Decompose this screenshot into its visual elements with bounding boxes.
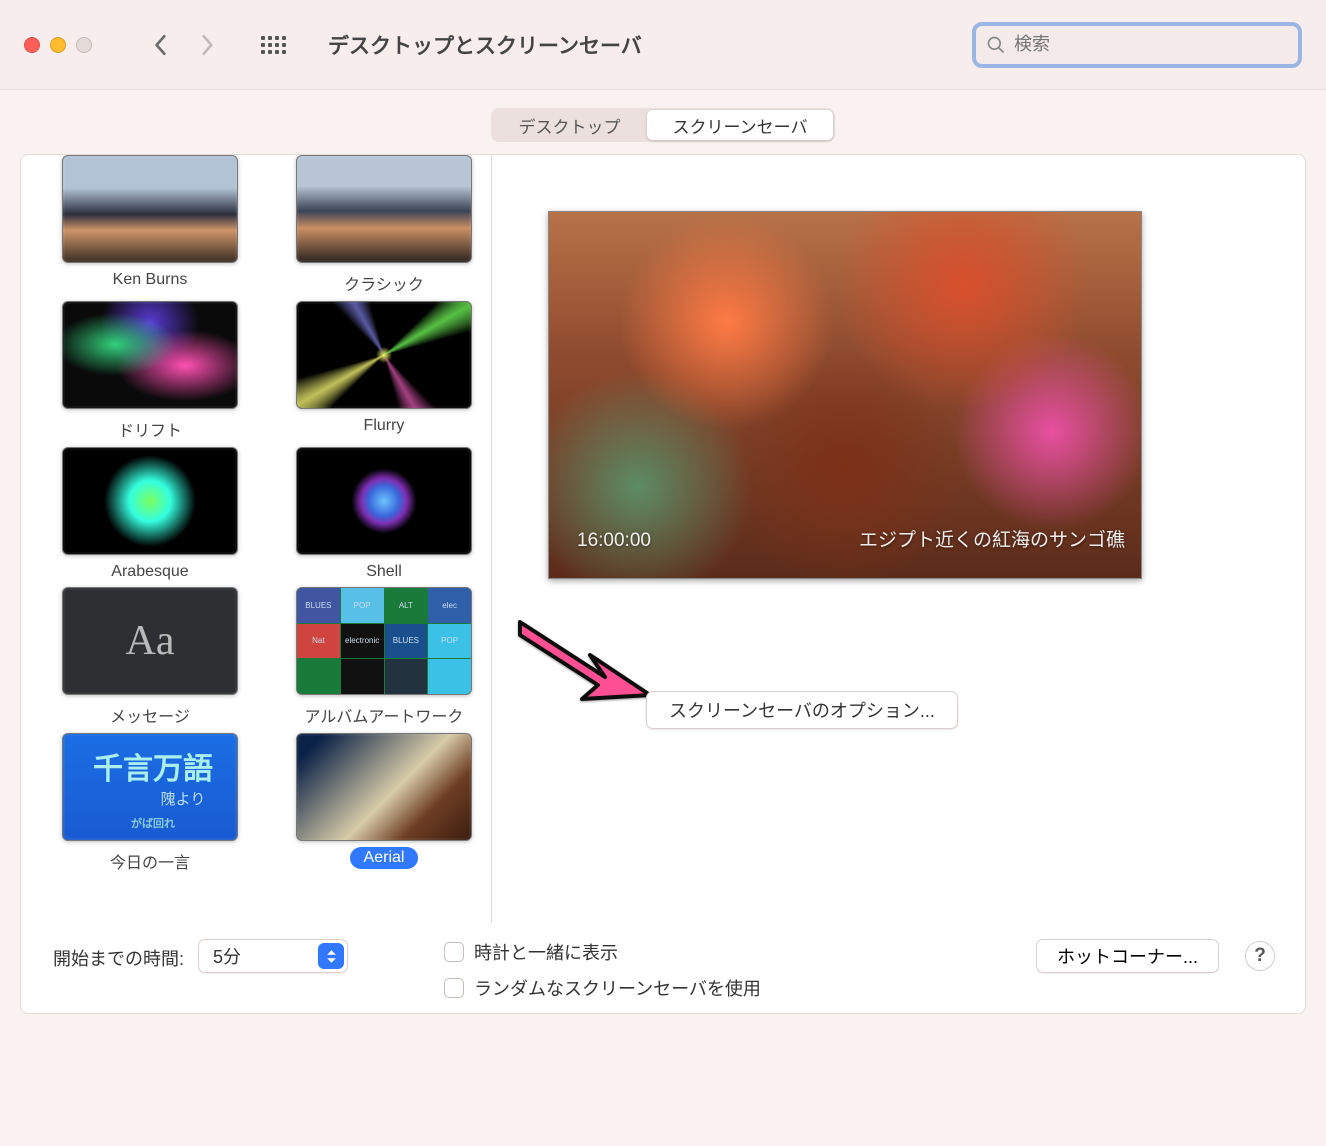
- hot-corners-button[interactable]: ホットコーナー...: [1036, 939, 1219, 973]
- screensaver-label: クラシック: [330, 269, 438, 297]
- screensaver-item-message[interactable]: Aa メッセージ: [53, 587, 247, 729]
- screensaver-item-ken-burns[interactable]: Ken Burns: [53, 155, 247, 297]
- checkbox-icon: [444, 978, 464, 998]
- toolbar: デスクトップとスクリーンセーバ: [0, 0, 1326, 90]
- forward-button[interactable]: [190, 28, 224, 62]
- updown-icon: [318, 943, 344, 969]
- random-screensaver-checkbox[interactable]: ランダムなスクリーンセーバを使用: [444, 975, 761, 1001]
- window-title: デスクトップとスクリーンセーバ: [328, 30, 642, 60]
- screensaver-label: Shell: [352, 561, 416, 583]
- show-clock-label: 時計と一緒に表示: [474, 939, 618, 965]
- thumbnail: [296, 447, 472, 555]
- start-after-label: 開始までの時間:: [53, 939, 184, 971]
- screensaver-label: Flurry: [350, 415, 419, 437]
- tab-screensaver[interactable]: スクリーンセーバ: [647, 110, 834, 140]
- screensaver-item-classic[interactable]: クラシック: [287, 155, 481, 297]
- content-panel: Ken Burns クラシック ドリフト Flurry Arabesque: [20, 154, 1306, 1014]
- screensaver-item-album-artwork[interactable]: BLUESPOPALTelec NatelectronicBLUESPOP アル…: [287, 587, 481, 729]
- tab-desktop[interactable]: デスクトップ: [493, 110, 647, 140]
- screensaver-item-word-of-day[interactable]: 千言万語 隗より がば回れ 今日の一言: [53, 733, 247, 875]
- search-field[interactable]: [972, 22, 1302, 68]
- screensaver-label: Ken Burns: [99, 269, 202, 291]
- screensaver-item-flurry[interactable]: Flurry: [287, 301, 481, 443]
- preview-clock: 16:00:00: [577, 530, 651, 552]
- screensaver-label: Arabesque: [97, 561, 202, 583]
- zoom-window-button[interactable]: [76, 37, 92, 53]
- close-window-button[interactable]: [24, 37, 40, 53]
- thumbnail: 千言万語 隗より がば回れ: [62, 733, 238, 841]
- screensaver-item-drift[interactable]: ドリフト: [53, 301, 247, 443]
- back-button[interactable]: [144, 28, 178, 62]
- preview-panel: 16:00:00 エジプト近くの紅海のサンゴ礁 スクリーンセーバのオプション..…: [481, 155, 1287, 923]
- thumbnail: [296, 301, 472, 409]
- thumbnail: [62, 447, 238, 555]
- thumbnail: Aa: [62, 587, 238, 695]
- show-all-button[interactable]: [256, 28, 290, 62]
- start-after-combo[interactable]: 5分: [198, 939, 348, 973]
- thumbnail: [296, 733, 472, 841]
- screensaver-item-arabesque[interactable]: Arabesque: [53, 447, 247, 583]
- grid-icon: [261, 36, 286, 54]
- screensaver-list[interactable]: Ken Burns クラシック ドリフト Flurry Arabesque: [21, 155, 481, 923]
- tab-bar: デスクトップ スクリーンセーバ: [0, 90, 1326, 154]
- screensaver-preview[interactable]: 16:00:00 エジプト近くの紅海のサンゴ礁: [548, 211, 1142, 579]
- search-input[interactable]: [1014, 34, 1288, 55]
- show-clock-checkbox[interactable]: 時計と一緒に表示: [444, 939, 761, 965]
- screensaver-item-shell[interactable]: Shell: [287, 447, 481, 583]
- random-screensaver-label: ランダムなスクリーンセーバを使用: [474, 975, 761, 1001]
- screensaver-label: ドリフト: [104, 415, 196, 443]
- search-icon: [986, 35, 1006, 55]
- thumbnail: [62, 301, 238, 409]
- screensaver-label: メッセージ: [96, 701, 204, 729]
- start-after-value: 5分: [213, 943, 241, 969]
- screensaver-label: アルバムアートワーク: [291, 701, 478, 729]
- thumbnail: [62, 155, 238, 263]
- screensaver-label: Aerial: [350, 847, 419, 869]
- thumbnail: BLUESPOPALTelec NatelectronicBLUESPOP: [296, 587, 472, 695]
- preview-caption: エジプト近くの紅海のサンゴ礁: [859, 525, 1125, 552]
- screensaver-options-button[interactable]: スクリーンセーバのオプション...: [646, 691, 958, 729]
- thumbnail: [296, 155, 472, 263]
- screensaver-item-aerial[interactable]: Aerial: [287, 733, 481, 875]
- screensaver-label: 今日の一言: [96, 847, 204, 875]
- traffic-lights: [24, 37, 92, 53]
- footer-bar: 開始までの時間: 5分 時計と一緒に表示 ランダムなスクリーンセーバを使用 ホッ…: [21, 923, 1305, 1013]
- checkbox-icon: [444, 942, 464, 962]
- minimize-window-button[interactable]: [50, 37, 66, 53]
- help-button[interactable]: ?: [1245, 941, 1275, 971]
